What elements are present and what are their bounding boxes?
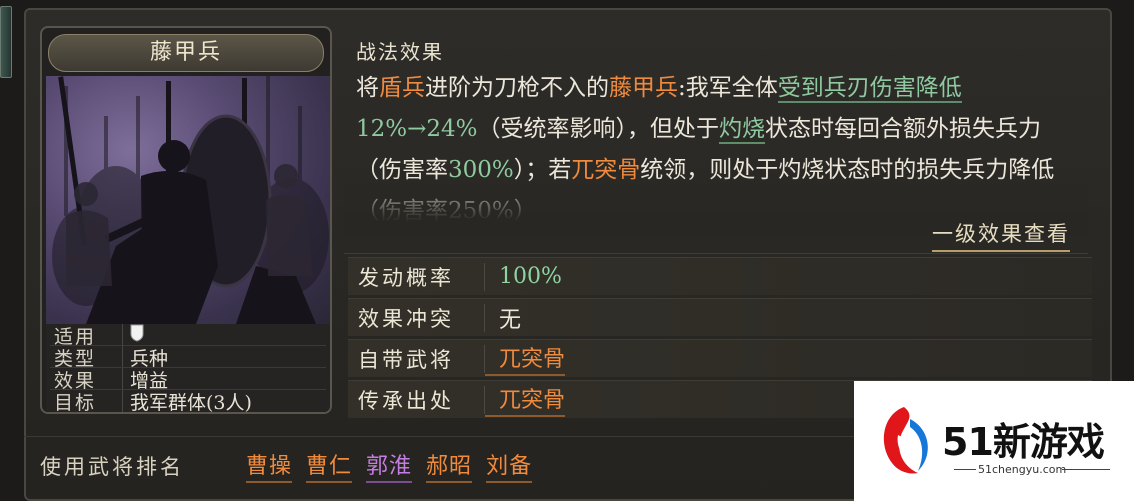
info-value: 我军群体(3人) bbox=[130, 391, 252, 414]
ranking-general-link[interactable]: 郝昭 bbox=[426, 448, 473, 483]
attr-row-conflict: 效果冲突 无 bbox=[348, 298, 1092, 336]
ranking-general-link[interactable]: 曹仁 bbox=[306, 448, 353, 483]
effect-text-segment: 盾兵 bbox=[379, 75, 425, 101]
attr-value: 无 bbox=[499, 307, 522, 333]
attr-key: 传承出处 bbox=[358, 388, 454, 413]
attr-key: 发动概率 bbox=[358, 265, 454, 290]
effect-text-segment: 藤甲兵 bbox=[609, 75, 678, 101]
effect-heading: 战法效果 bbox=[356, 40, 444, 64]
attr-row-owner-general: 自带武将 兀突骨 bbox=[348, 339, 1092, 377]
attr-value: 100% bbox=[499, 264, 562, 289]
side-tab[interactable] bbox=[0, 6, 12, 78]
card-title: 藤甲兵 bbox=[48, 34, 324, 72]
card-illustration bbox=[46, 76, 330, 324]
ranking-general-link[interactable]: 曹操 bbox=[246, 448, 293, 483]
effect-text-segment: 12%→24% bbox=[356, 116, 478, 142]
tactic-card: 藤甲兵 适用 类型 兵种 效果 增益 目标 我军群体(3人) bbox=[40, 26, 332, 414]
effect-text-segment: 进阶为刀枪不入的 bbox=[425, 75, 609, 101]
owner-general-link[interactable]: 兀突骨 bbox=[485, 341, 566, 376]
card-info-table: 适用 类型 兵种 效果 增益 目标 我军群体(3人) bbox=[46, 324, 330, 412]
effect-text-segment: :我军全体 bbox=[678, 75, 778, 101]
effect-text-segment: 将 bbox=[356, 75, 379, 101]
inherit-source-link[interactable]: 兀突骨 bbox=[485, 382, 566, 417]
attr-row-trigger-rate: 发动概率 100% bbox=[348, 257, 1092, 295]
level-one-effect-link[interactable]: 一级效果查看 bbox=[932, 218, 1070, 252]
ranking-label: 使用武将排名 bbox=[40, 454, 184, 479]
effect-text-segment[interactable]: 受到兵刃伤害降低 bbox=[777, 75, 962, 103]
attr-key: 效果冲突 bbox=[358, 306, 454, 331]
watermark-brand: 51新游戏 bbox=[942, 420, 1105, 464]
watermark-url: 51chengyu.com bbox=[978, 463, 1067, 476]
watermark-logo-icon bbox=[883, 407, 928, 474]
effect-text-segment: （受统率影响），但处于 bbox=[477, 116, 720, 142]
effect-text-segment[interactable]: 灼烧 bbox=[719, 116, 766, 144]
site-watermark: 51新游戏 51chengyu.com bbox=[854, 381, 1134, 501]
ranking-general-link[interactable]: 郭淮 bbox=[366, 448, 413, 483]
soldier-silhouette-art bbox=[52, 76, 329, 324]
info-key: 目标 bbox=[54, 391, 97, 414]
ranking-general-link[interactable]: 刘备 bbox=[486, 448, 533, 483]
info-row-target: 目标 我军群体(3人) bbox=[46, 390, 330, 412]
attr-key: 自带武将 bbox=[358, 347, 454, 372]
effect-description: 战法效果 将盾兵进阶为刀枪不入的藤甲兵:我军全体受到兵刃伤害降低 12%→24%（… bbox=[344, 26, 1088, 254]
